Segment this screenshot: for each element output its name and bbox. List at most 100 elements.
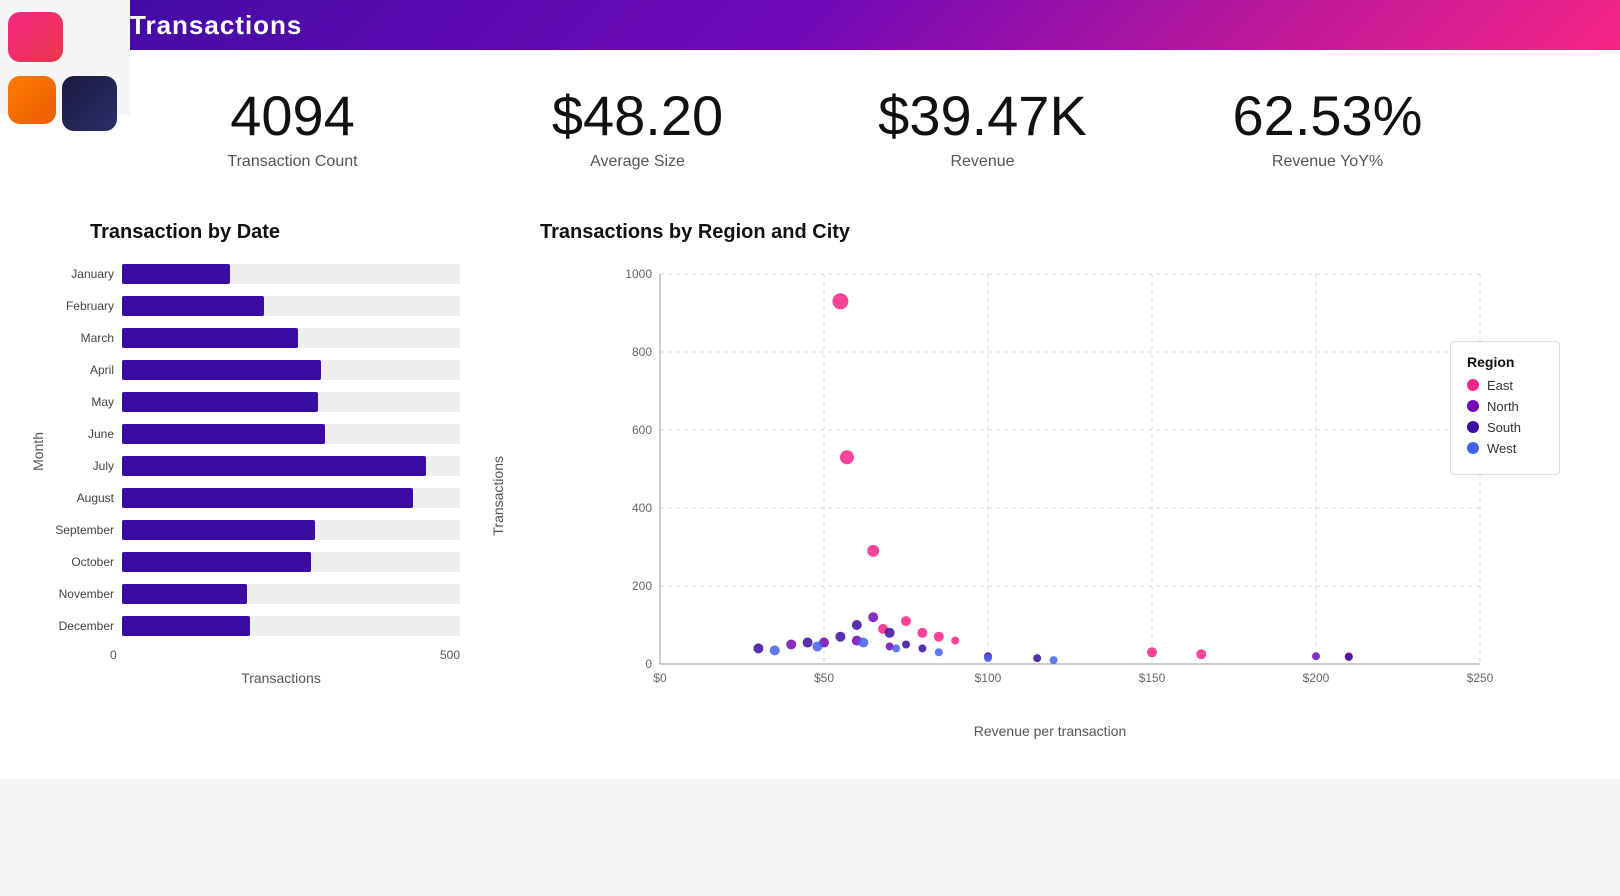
bar-fill (122, 360, 321, 380)
scatter-point (892, 644, 900, 652)
bar-month-label: March (50, 331, 122, 345)
orange-icon (8, 76, 56, 124)
page-title: Transactions (130, 10, 302, 41)
bar-row: February (50, 292, 460, 320)
bar-bg (122, 552, 460, 572)
x-tick: 500 (440, 648, 460, 662)
bar-fill (122, 488, 413, 508)
bar-month-label: January (50, 267, 122, 281)
bar-row: June (50, 420, 460, 448)
scatter-point (1033, 654, 1041, 662)
scatter-point (885, 627, 895, 637)
bar-y-axis-label: Month (30, 432, 46, 471)
svg-text:$0: $0 (653, 671, 667, 685)
scatter-wrap: Transactions 02004006008001000$0$50$100$… (490, 254, 1590, 739)
bar-fill (122, 616, 250, 636)
bar-row: July (50, 452, 460, 480)
bar-fill (122, 264, 230, 284)
scatter-point (867, 544, 879, 556)
bar-chart-title: Transaction by Date (90, 221, 460, 244)
bar-row: March (50, 324, 460, 352)
scatter-point (1345, 653, 1353, 661)
bar-row: August (50, 484, 460, 512)
legend-dot (1467, 442, 1479, 454)
bar-bg (122, 296, 460, 316)
header: Transactions (0, 0, 1620, 50)
scatter-chart-container: Transactions by Region and City Transact… (490, 211, 1590, 749)
scatter-chart-title: Transactions by Region and City (540, 221, 1590, 244)
bar-bg (122, 584, 460, 604)
bar-fill (122, 584, 247, 604)
bar-bg (122, 264, 460, 284)
scatter-point (901, 616, 911, 626)
bar-row: January (50, 260, 460, 288)
kpi-label-average-size: Average Size (465, 153, 810, 171)
scatter-point (1196, 649, 1206, 659)
bar-x-axis-ticks: 0 500 (110, 648, 460, 662)
bar-fill (122, 520, 315, 540)
svg-text:600: 600 (632, 423, 652, 437)
scatter-point (840, 450, 854, 464)
scatter-point (832, 293, 848, 309)
bar-month-label: July (50, 459, 122, 473)
scatter-svg: 02004006008001000$0$50$100$150$200$250 (510, 254, 1590, 714)
legend-dot (1467, 379, 1479, 391)
legend-title: Region (1467, 354, 1543, 370)
charts-row: Transaction by Date Month January Februa… (0, 191, 1620, 779)
bar-bg (122, 456, 460, 476)
kpi-revenue: $39.47K Revenue (810, 85, 1155, 171)
legend-item: East (1467, 378, 1543, 393)
kpi-label-revenue-yoy: Revenue YoY% (1155, 153, 1500, 171)
svg-text:$100: $100 (975, 671, 1002, 685)
bar-x-axis-title: Transactions (102, 670, 460, 686)
bar-bg (122, 520, 460, 540)
bar-bg (122, 488, 460, 508)
legend-item: North (1467, 399, 1543, 414)
navy-icon (62, 76, 117, 131)
bar-bg (122, 616, 460, 636)
svg-text:$250: $250 (1467, 671, 1494, 685)
bar-fill (122, 456, 426, 476)
bar-month-label: August (50, 491, 122, 505)
legend-label: West (1487, 441, 1516, 456)
bar-bg (122, 424, 460, 444)
scatter-x-axis-title: Revenue per transaction (510, 723, 1590, 739)
scatter-point (934, 631, 944, 641)
kpi-revenue-yoy: 62.53% Revenue YoY% (1155, 85, 1500, 171)
x-tick: 0 (110, 648, 117, 662)
bar-row: May (50, 388, 460, 416)
svg-text:$200: $200 (1303, 671, 1330, 685)
bar-month-label: September (50, 523, 122, 537)
scatter-point (868, 612, 878, 622)
svg-text:$150: $150 (1139, 671, 1166, 685)
bar-month-label: May (50, 395, 122, 409)
bar-fill (122, 424, 325, 444)
kpi-value-average-size: $48.20 (465, 85, 810, 147)
scatter-point (935, 648, 943, 656)
bar-month-label: April (50, 363, 122, 377)
scatter-point (1050, 656, 1058, 664)
bar-fill (122, 392, 318, 412)
kpi-value-transaction-count: 4094 (120, 85, 465, 147)
bar-month-label: October (50, 555, 122, 569)
bar-month-label: November (50, 587, 122, 601)
bar-chart-inner: January February March April May (50, 260, 460, 644)
scatter-point (951, 636, 959, 644)
kpi-value-revenue: $39.47K (810, 85, 1155, 147)
svg-text:$50: $50 (814, 671, 834, 685)
scatter-point (858, 637, 868, 647)
scatter-point (1312, 652, 1320, 660)
kpi-transaction-count: 4094 Transaction Count (120, 85, 465, 171)
legend-item: West (1467, 441, 1543, 456)
bar-fill (122, 552, 311, 572)
scatter-point (803, 637, 813, 647)
bar-row: November (50, 580, 460, 608)
scatter-point (902, 640, 910, 648)
kpi-label-transaction-count: Transaction Count (120, 153, 465, 171)
bar-fill (122, 296, 264, 316)
kpi-value-revenue-yoy: 62.53% (1155, 85, 1500, 147)
icon-area (0, 0, 130, 115)
bar-month-label: December (50, 619, 122, 633)
bar-row: April (50, 356, 460, 384)
scatter-point (753, 643, 763, 653)
